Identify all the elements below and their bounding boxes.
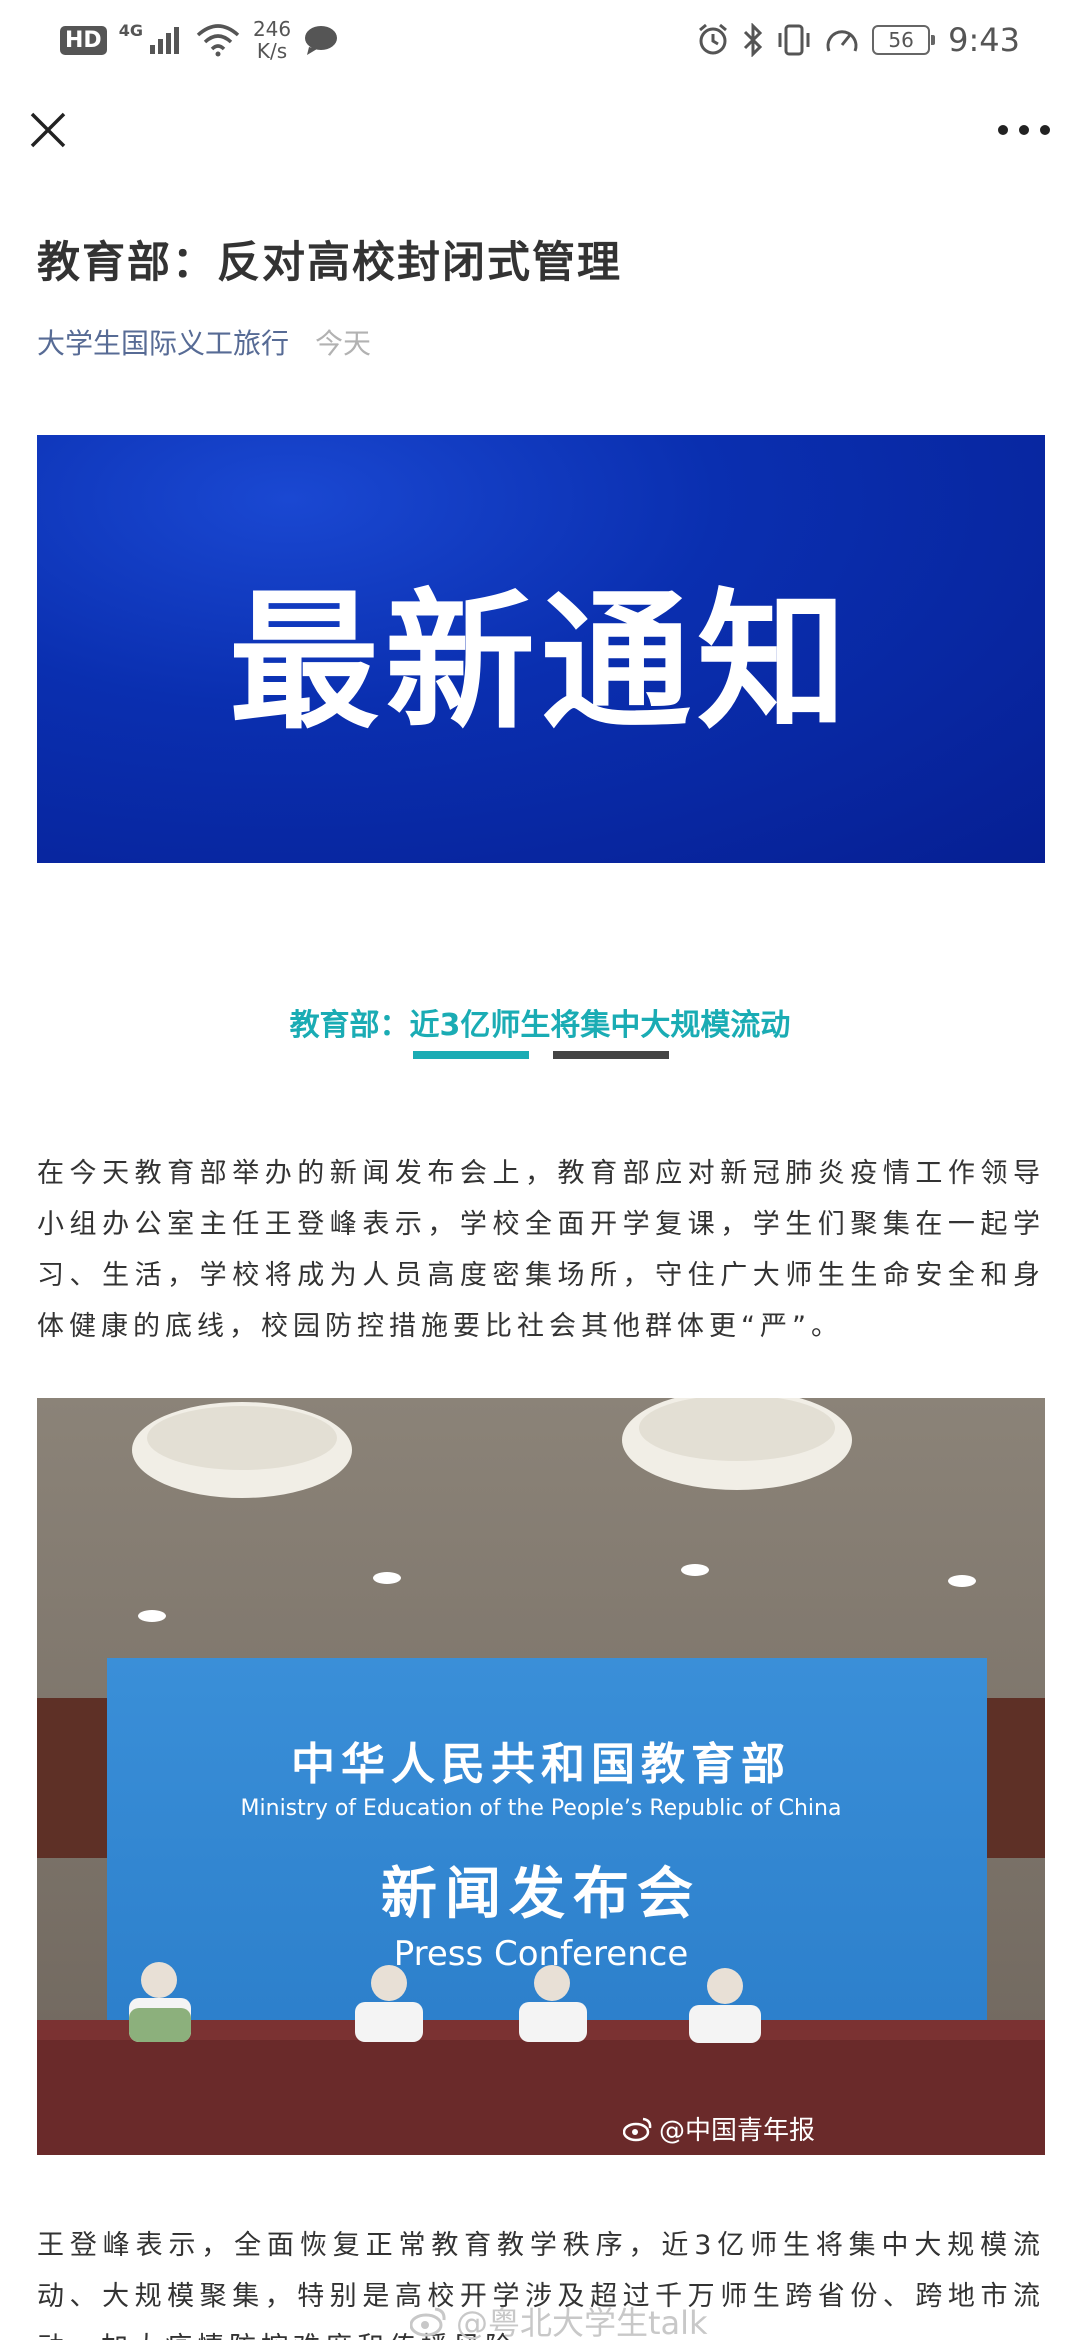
backdrop-event: 新闻发布会 bbox=[381, 1862, 701, 1927]
network-speed: 246 K/s bbox=[253, 18, 291, 62]
message-icon bbox=[305, 26, 338, 55]
photo-watermark-text: @中国青年报 bbox=[658, 2116, 815, 2146]
vibrate-icon bbox=[778, 24, 810, 56]
publish-date: 今天 bbox=[315, 327, 372, 360]
backdrop-subtitle: Ministry of Education of the People’s Re… bbox=[240, 1796, 842, 1821]
backdrop-event-en: Press Conference bbox=[393, 1934, 689, 1974]
banner-image[interactable]: 最新通知 bbox=[37, 435, 1045, 863]
press-conference-photo[interactable]: 中华人民共和国教育部 Ministry of Education of the … bbox=[37, 1398, 1045, 2155]
underline-dark bbox=[553, 1051, 669, 1059]
bluetooth-icon bbox=[744, 23, 763, 57]
more-dot bbox=[998, 125, 1008, 135]
battery-indicator: 56 bbox=[872, 25, 936, 55]
bottom-watermark: @粤北大学生talk bbox=[410, 2298, 708, 2340]
speed-value: 246 bbox=[252, 17, 292, 41]
photo-watermark: @中国青年报 bbox=[622, 2110, 815, 2147]
weibo-icon bbox=[410, 2307, 446, 2337]
hd-indicator: HD bbox=[60, 25, 107, 55]
alarm-icon bbox=[699, 23, 728, 55]
wifi-icon bbox=[196, 24, 240, 57]
backdrop-text: 中华人民共和国教育部 Ministry of Education of the … bbox=[37, 1728, 1045, 1974]
clock: 9:43 bbox=[948, 21, 1020, 59]
nav-bar bbox=[0, 90, 1080, 180]
article-meta: 大学生国际义工旅行 今天 bbox=[37, 322, 371, 362]
close-button[interactable] bbox=[28, 110, 68, 150]
section-heading: 教育部：近3亿师生将集中大规模流动 bbox=[289, 1008, 791, 1043]
status-left: HD 4G 246 K/s bbox=[60, 18, 339, 62]
status-right: 56 9:43 bbox=[696, 21, 1020, 59]
article-paragraph: 在今天教育部举办的新闻发布会上，教育部应对新冠肺炎疫情工作领导小组办公室主任王登… bbox=[37, 1158, 1045, 1342]
account-name-link[interactable]: 大学生国际义工旅行 bbox=[37, 322, 289, 362]
article-title: 教育部：反对高校封闭式管理 bbox=[37, 238, 622, 288]
bottom-watermark-text: @粤北大学生talk bbox=[456, 2304, 708, 2340]
weibo-icon bbox=[622, 2117, 652, 2141]
network-type: 4G bbox=[118, 20, 143, 40]
status-bar: HD 4G 246 K/s 56 9:43 bbox=[0, 0, 1080, 80]
speedometer-icon bbox=[826, 30, 858, 52]
more-dot bbox=[1019, 125, 1029, 135]
signal-icon bbox=[149, 27, 179, 54]
heading-underline bbox=[413, 1051, 669, 1059]
backdrop-title: 中华人民共和国教育部 bbox=[291, 1739, 791, 1790]
underline-teal bbox=[413, 1051, 529, 1059]
banner-text: 最新通知 bbox=[228, 575, 853, 750]
more-dot bbox=[1040, 125, 1050, 135]
close-icon bbox=[30, 112, 66, 148]
speed-unit: K/s bbox=[256, 39, 288, 63]
more-options-button[interactable] bbox=[998, 110, 1050, 150]
